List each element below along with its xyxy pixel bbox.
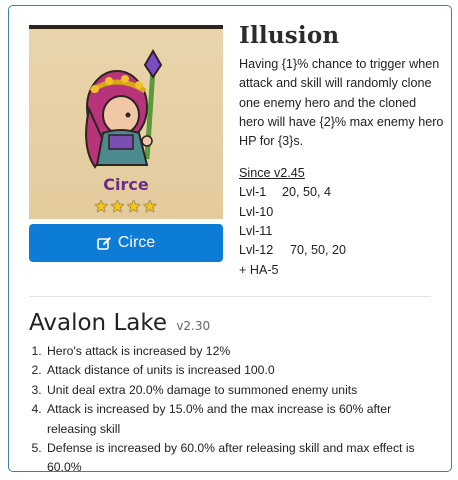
skill-title: Illusion (239, 22, 340, 49)
lake-effect-item: Attack is increased by 15.0% and the max… (45, 400, 439, 439)
hero-name: Circe (103, 175, 149, 194)
skill-level-label: Lvl-12 (239, 243, 274, 258)
lake-effect-item: Attack distance of units is increased 10… (45, 361, 439, 380)
skill-level-label: Lvl-11 (239, 224, 273, 239)
lake-effects-list: Hero's attack is increased by 12% Attack… (29, 342, 439, 478)
skill-level-row: Lvl-1 20, 50, 4 (239, 183, 444, 202)
lake-version: v2.30 (176, 319, 211, 333)
edit-hero-button-label: Circe (117, 234, 156, 251)
skill-extra: + HA-5 (239, 262, 279, 277)
skill-level-values: 70, 50, 20 (290, 243, 347, 258)
skill-level-values: 20, 50, 4 (282, 185, 332, 200)
hero-card: Circe ★★★★ Circe Illusion Having {1}% ch… (8, 5, 452, 474)
skill-level-row: Lvl-12 70, 50, 20 (239, 241, 444, 260)
skill-description: Having {1}% chance to trigger when attac… (239, 57, 444, 149)
skill-panel: Illusion Having {1}% chance to trigger w… (239, 22, 444, 280)
skill-level-label: Lvl-10 (239, 204, 274, 219)
star-rating: ★★★★ (93, 197, 159, 216)
lake-effect-item: Hero's attack is increased by 12% (45, 342, 439, 361)
lake-effect-item: Unit deal extra 20.0% damage to summoned… (45, 381, 439, 400)
skill-levels: Lvl-1 20, 50, 4 Lvl-10 Lvl-11 Lvl-12 70,… (239, 183, 444, 279)
edit-hero-button[interactable]: Circe (29, 224, 223, 262)
lake-effect-item: Defense is increased by 60.0% after rele… (45, 439, 439, 478)
skill-level-label: Lvl-1 (239, 185, 267, 200)
section-divider (29, 296, 431, 297)
lake-heading: Avalon Lake v2.30 (29, 310, 210, 336)
skill-level-row: Lvl-11 (239, 222, 444, 241)
edit-icon (97, 236, 112, 251)
lake-title: Avalon Lake (29, 310, 167, 336)
hero-portrait: Circe ★★★★ (29, 25, 223, 219)
skill-level-row: Lvl-10 (239, 203, 444, 222)
skill-since-link[interactable]: Since v2.45 (239, 166, 305, 180)
